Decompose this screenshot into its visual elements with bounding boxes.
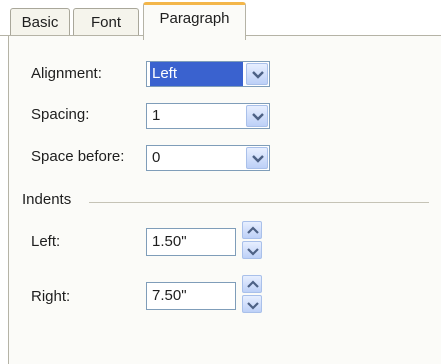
space-before-dropdown-button[interactable]	[246, 147, 268, 169]
left-indent-decrement-button[interactable]	[242, 241, 262, 259]
left-indent-increment-button[interactable]	[242, 221, 262, 239]
right-indent-increment-button[interactable]	[242, 275, 262, 293]
chevron-up-icon	[247, 280, 259, 288]
indents-divider	[89, 202, 429, 203]
right-indent-label: Right:	[31, 288, 71, 305]
tab-font[interactable]: Font	[73, 8, 139, 36]
left-indent-value: 1.50"	[152, 233, 187, 250]
spacing-label: Spacing:	[31, 106, 90, 123]
chevron-down-icon	[247, 302, 259, 310]
space-before-label: Space before:	[31, 148, 125, 165]
right-indent-decrement-button[interactable]	[242, 295, 262, 313]
alignment-dropdown-button[interactable]	[246, 63, 268, 85]
chevron-down-icon	[252, 155, 264, 163]
space-before-value: 0	[152, 149, 161, 166]
indents-heading: Indents	[22, 191, 72, 208]
right-indent-input[interactable]: 7.50"	[146, 282, 236, 310]
chevron-down-icon	[247, 248, 259, 256]
chevron-up-icon	[247, 226, 259, 234]
right-indent-value: 7.50"	[152, 287, 187, 304]
alignment-dropdown[interactable]: Left	[146, 61, 270, 87]
tab-basic[interactable]: Basic	[10, 8, 70, 36]
left-indent-label: Left:	[31, 233, 61, 250]
space-before-dropdown[interactable]: 0	[146, 145, 270, 171]
right-indent-spinner	[242, 275, 262, 313]
chevron-down-icon	[252, 71, 264, 79]
chevron-down-icon	[252, 113, 264, 121]
spacing-dropdown[interactable]: 1	[146, 103, 270, 129]
spacing-value: 1	[152, 107, 161, 124]
left-indent-input[interactable]: 1.50"	[146, 228, 236, 256]
spacing-dropdown-button[interactable]	[246, 105, 268, 127]
tab-paragraph[interactable]: Paragraph	[143, 2, 246, 40]
left-indent-spinner	[242, 221, 262, 259]
alignment-value: Left	[150, 62, 243, 86]
alignment-label: Alignment:	[31, 65, 102, 82]
tab-strip: Basic Font Paragraph	[0, 0, 441, 40]
